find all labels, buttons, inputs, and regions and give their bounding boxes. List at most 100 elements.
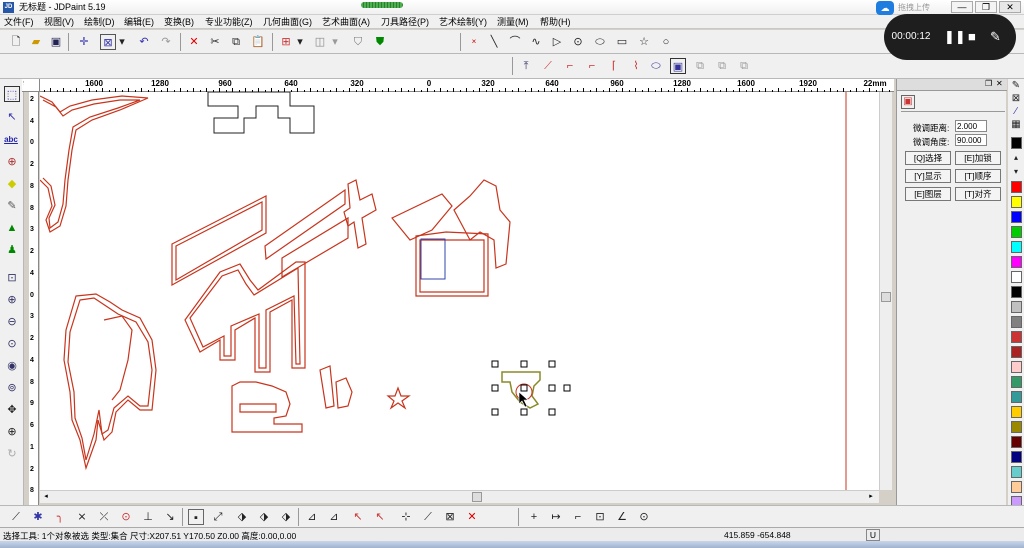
layer-icon[interactable]: ◫ — [312, 34, 328, 50]
refresh-icon[interactable]: ↻ — [4, 446, 20, 462]
color-swatch[interactable] — [1011, 406, 1022, 418]
zoom-in-icon[interactable]: ⊕ — [4, 292, 20, 308]
grid-icon[interactable]: ⊞ — [278, 34, 294, 50]
unit-indicator[interactable]: U — [866, 529, 880, 541]
color-swatch[interactable] — [1011, 256, 1022, 268]
text-tool-icon[interactable]: abc — [3, 132, 19, 148]
minimize-button[interactable]: — — [951, 1, 973, 13]
shield-green-icon[interactable]: ⛊ — [372, 34, 388, 50]
menu-art-draw[interactable]: 艺术绘制(Y) — [439, 16, 487, 28]
restore-button[interactable]: ❐ — [975, 1, 997, 13]
color-swatch[interactable] — [1011, 316, 1022, 328]
fill-tool-icon[interactable]: ◆ — [4, 176, 20, 192]
select-tool-icon[interactable]: ⬚ — [4, 86, 20, 102]
fillet-icon[interactable]: ╮ — [52, 509, 68, 525]
fine-distance-input[interactable] — [955, 120, 987, 132]
horizontal-scrollbar[interactable]: ◂ ▸ — [40, 490, 879, 503]
menu-file[interactable]: 文件(F) — [4, 16, 34, 28]
rectangle-icon[interactable]: ▭ — [614, 34, 630, 50]
color-swatch[interactable] — [1011, 331, 1022, 343]
vertical-scrollbar[interactable] — [879, 92, 892, 490]
color-swatch[interactable] — [1011, 271, 1022, 283]
node-select-icon[interactable]: ✱ — [30, 509, 46, 525]
circle-node-icon[interactable]: ⊙ — [118, 509, 134, 525]
color-swatch[interactable] — [1011, 466, 1022, 478]
panel-tab-icon[interactable]: ▣ — [901, 95, 915, 109]
redo-icon[interactable]: ↷ — [158, 34, 174, 50]
cut-icon[interactable]: ✂ — [207, 34, 223, 50]
mirror-icon[interactable]: ⊿ — [304, 509, 320, 525]
arc-icon[interactable]: ⌒ — [507, 34, 523, 50]
polyline-icon[interactable]: ⟋ — [8, 509, 24, 525]
node-edit-icon[interactable]: ↖ — [4, 109, 20, 125]
angle-icon[interactable]: ∠ — [614, 509, 630, 525]
color-swatch[interactable] — [1011, 436, 1022, 448]
palette-down-icon[interactable]: ▾ — [1009, 167, 1023, 177]
transform-tool-icon[interactable]: ⊕ — [4, 154, 20, 170]
color-swatch[interactable] — [1011, 211, 1022, 223]
palette-up-icon[interactable]: ▴ — [1009, 153, 1023, 163]
menu-transform[interactable]: 变换(B) — [164, 16, 194, 28]
array-2-icon[interactable]: ⬗ — [256, 509, 272, 525]
dropdown-arrow-icon[interactable]: ▾ — [117, 34, 127, 50]
paste-icon[interactable]: 📋 — [250, 34, 266, 50]
cancel-x-icon[interactable]: ✕ — [464, 509, 480, 525]
zoom-out-icon[interactable]: ⊖ — [4, 314, 20, 330]
shield-gray-icon[interactable]: ⛉ — [350, 34, 366, 50]
order-button[interactable]: [T]顺序 — [955, 169, 1001, 183]
color-swatch[interactable] — [1011, 286, 1022, 298]
extend-icon[interactable]: ⟋ — [540, 58, 556, 74]
pen-tool-icon[interactable]: ✎ — [1009, 80, 1023, 92]
no-color-icon[interactable]: ⊠ — [1009, 93, 1023, 105]
array-3-icon[interactable]: ⬗ — [278, 509, 294, 525]
node-delete-icon[interactable]: ⊠ — [442, 509, 458, 525]
pen-icon[interactable]: ✎ — [990, 28, 1001, 46]
circle-icon[interactable]: ○ — [658, 34, 674, 50]
copy-icon[interactable]: ⧉ — [228, 34, 244, 50]
color-swatch[interactable] — [1011, 361, 1022, 373]
color-swatch[interactable] — [1011, 181, 1022, 193]
break-icon[interactable]: ⤫ — [96, 509, 112, 525]
split-icon[interactable]: ⧉ — [736, 58, 752, 74]
lock-button[interactable]: [E]加锁 — [955, 151, 1001, 165]
crosshair-icon[interactable]: ✛ — [76, 34, 92, 50]
menu-geometric-surface[interactable]: 几何曲面(G) — [263, 16, 312, 28]
menu-art-surface[interactable]: 艺术曲面(A) — [322, 16, 370, 28]
menu-toolpath[interactable]: 刀具路径(P) — [381, 16, 429, 28]
eraser-icon[interactable]: ✎ — [4, 198, 20, 214]
delete-icon[interactable]: ✕ — [186, 34, 202, 50]
view-eye-icon[interactable]: ◉ — [4, 358, 20, 374]
panel-close-icon[interactable]: ✕ — [996, 79, 1003, 88]
snap-point-icon[interactable]: ▪ — [188, 509, 204, 525]
fine-angle-input[interactable] — [955, 134, 987, 146]
ungroup-icon[interactable]: ⧉ — [692, 58, 708, 74]
scroll-right-icon[interactable]: ▸ — [866, 492, 876, 502]
tangent-icon[interactable]: ↘ — [162, 509, 178, 525]
spline-icon[interactable]: ∿ — [528, 34, 544, 50]
zoom-all-icon[interactable]: ⊚ — [4, 380, 20, 396]
color-swatch[interactable] — [1011, 376, 1022, 388]
save-icon[interactable]: ▣ — [48, 34, 64, 50]
circle-center-icon[interactable]: ⊙ — [570, 34, 586, 50]
node-icon[interactable]: ⌈ — [606, 58, 622, 74]
menu-view[interactable]: 视图(V) — [44, 16, 74, 28]
zoom-window-icon[interactable]: ⊡ — [4, 270, 20, 286]
color-swatch[interactable] — [1011, 226, 1022, 238]
trim-icon[interactable]: ⤒ — [518, 58, 534, 74]
ellipse-icon[interactable]: ⬭ — [592, 34, 608, 50]
combine-icon[interactable]: ⧉ — [714, 58, 730, 74]
array-1-icon[interactable]: ⬗ — [234, 509, 250, 525]
color-swatch[interactable] — [1011, 481, 1022, 493]
color-swatch[interactable] — [1011, 451, 1022, 463]
measure-icon[interactable]: ⊹ — [398, 509, 414, 525]
menu-measure[interactable]: 测量(M) — [497, 16, 529, 28]
chamfer-icon[interactable]: ⌐ — [584, 58, 600, 74]
pause-icon[interactable]: ❚❚ — [944, 28, 966, 46]
menu-edit[interactable]: 编辑(E) — [124, 16, 154, 28]
panel-restore-icon[interactable]: ❐ — [985, 79, 992, 88]
stop-icon[interactable]: ■ — [968, 28, 976, 46]
open-folder-icon[interactable]: ▰ — [28, 34, 44, 50]
current-color-swatch[interactable] — [1011, 137, 1022, 149]
connect-icon[interactable]: ⟋ — [420, 509, 436, 525]
delete-node-icon[interactable]: ↖ — [372, 509, 388, 525]
